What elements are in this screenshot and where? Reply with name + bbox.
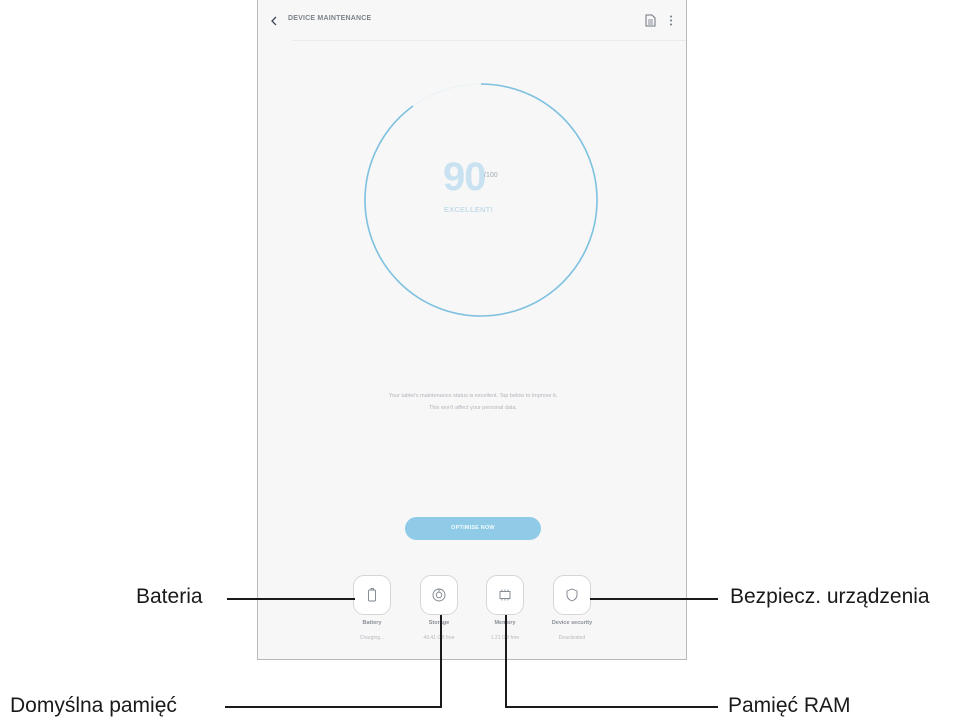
storage-icon xyxy=(432,588,446,602)
app-bar-divider xyxy=(292,40,686,41)
score-max: /100 xyxy=(484,172,498,179)
tablet-screen: DEVICE MAINTENANCE 90 /100 EXCELLENT! Yo… xyxy=(257,0,687,660)
callout-memory: Pamięć RAM xyxy=(728,694,851,717)
module-value: Charging... xyxy=(359,635,385,641)
callout-storage: Domyślna pamięć xyxy=(10,694,177,717)
callout-line-security xyxy=(590,598,718,600)
app-bar: DEVICE MAINTENANCE xyxy=(258,0,686,42)
module-battery[interactable]: Battery Charging... xyxy=(338,575,406,641)
more-options-icon[interactable] xyxy=(668,14,674,27)
callout-line-storage-vertical xyxy=(440,615,442,708)
score-gauge xyxy=(364,83,598,317)
callout-line-memory-horizontal xyxy=(505,706,718,708)
module-label: Storage xyxy=(428,620,450,626)
callout-line-battery xyxy=(227,598,355,600)
optimise-now-button[interactable]: OPTIMISE NOW xyxy=(405,517,541,540)
callout-security: Bezpiecz. urządzenia xyxy=(730,585,930,608)
back-button[interactable] xyxy=(266,14,282,30)
module-value: 49.41 GB free xyxy=(423,635,455,641)
callout-line-storage-horizontal xyxy=(225,706,442,708)
shield-icon xyxy=(566,588,578,602)
module-storage[interactable]: Storage 49.41 GB free xyxy=(405,575,473,641)
memory-icon xyxy=(499,589,511,601)
report-icon[interactable] xyxy=(645,14,656,27)
module-label: Device security xyxy=(551,620,593,626)
status-message-line-1: Your tablet's maintenance status is exce… xyxy=(388,393,558,399)
score-status: EXCELLENT! xyxy=(444,205,494,214)
score-value: 90 xyxy=(443,155,486,199)
page-title: DEVICE MAINTENANCE xyxy=(288,15,372,22)
battery-icon xyxy=(368,588,376,602)
status-message-line-2: This won't affect your personal data. xyxy=(428,405,518,411)
module-value: Deactivated xyxy=(558,635,586,641)
module-device-security[interactable]: Device security Deactivated xyxy=(538,575,606,641)
module-label: Battery xyxy=(362,620,382,626)
score-gauge-arc xyxy=(364,83,598,317)
chevron-left-icon xyxy=(271,16,277,26)
callout-battery: Bateria xyxy=(136,585,203,608)
callout-line-memory-vertical xyxy=(505,615,507,708)
